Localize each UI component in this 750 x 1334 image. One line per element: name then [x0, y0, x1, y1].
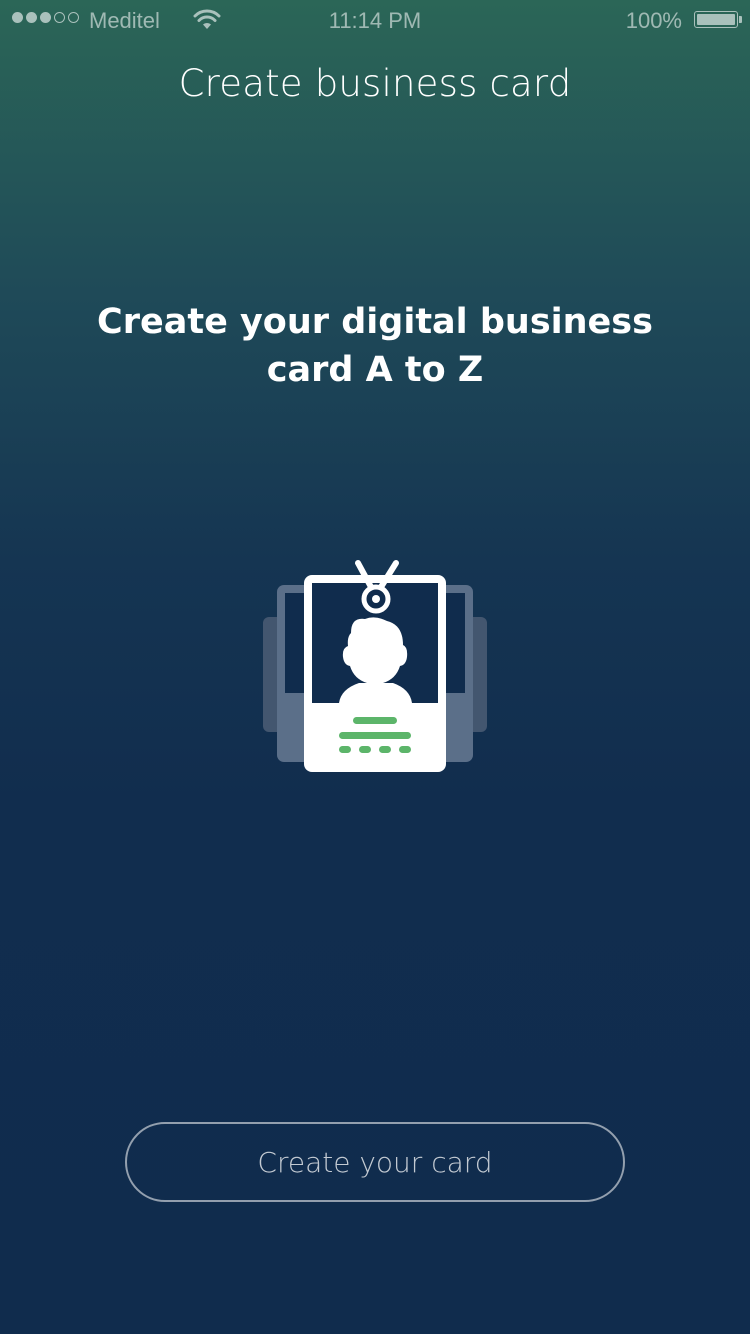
battery-percentage: 100%: [625, 8, 682, 33]
battery-tip: [739, 16, 742, 23]
battery-icon: [694, 11, 738, 28]
screen: Meditel 11:14 PM 100% Create business ca…: [0, 0, 750, 1334]
status-bar: Meditel 11:14 PM 100%: [0, 0, 750, 40]
headline-text: Create your digital business card A to Z: [97, 302, 653, 390]
page-title: Create business card: [178, 62, 572, 105]
create-card-button[interactable]: Create your card: [125, 1122, 625, 1202]
id-badge-icon: [263, 560, 487, 772]
